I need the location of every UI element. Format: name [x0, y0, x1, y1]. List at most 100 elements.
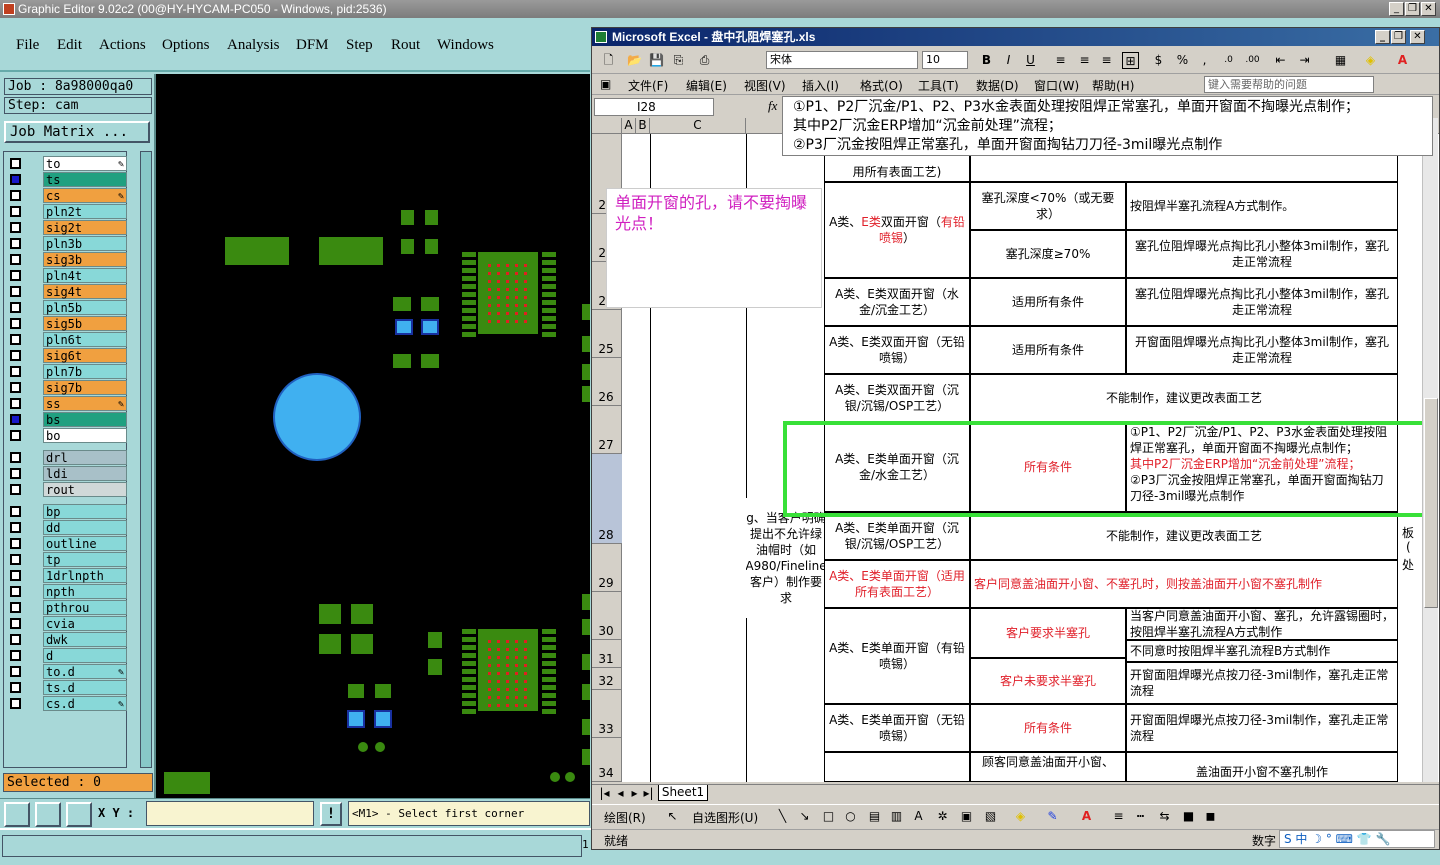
- layer-checkbox[interactable]: [10, 382, 21, 393]
- layer-row-cs[interactable]: cs: [7, 188, 127, 204]
- wordart-icon[interactable]: A: [910, 808, 927, 825]
- layer-row-dwk[interactable]: dwk: [7, 632, 127, 647]
- increase-decimal-icon[interactable]: .0: [1220, 52, 1237, 69]
- layer-name[interactable]: sig7b: [43, 380, 127, 395]
- layer-scrollbar[interactable]: [140, 151, 152, 768]
- menu-edit[interactable]: Edit: [57, 37, 82, 54]
- layer-checkbox[interactable]: [10, 484, 21, 495]
- cell-r24-method[interactable]: 塞孔位阻焊曝光点掏比孔小整体3mil制作，塞孔走正常流程: [1126, 230, 1398, 278]
- layer-row-pln2t[interactable]: pln2t: [7, 204, 127, 219]
- print-icon[interactable]: ⎙: [696, 52, 713, 69]
- comma-icon[interactable]: ,: [1196, 52, 1213, 69]
- layer-name[interactable]: pln3b: [43, 236, 127, 251]
- layer-name[interactable]: drl: [43, 450, 127, 465]
- row-header[interactable]: 31: [592, 640, 622, 668]
- layer-row-ts[interactable]: ts: [7, 172, 127, 187]
- cell-r29-method[interactable]: 不能制作，建议更改表面工艺: [970, 512, 1398, 560]
- cell-r29-type[interactable]: A类、E类单面开窗（沉银/沉锡/OSP工艺）: [824, 512, 970, 560]
- layer-checkbox[interactable]: [10, 270, 21, 281]
- layer-row-ts.d[interactable]: ts.d: [7, 680, 127, 695]
- layer-name[interactable]: sig6t: [43, 348, 127, 363]
- layer-name[interactable]: cs.d: [43, 696, 127, 712]
- cell-r34-type[interactable]: A类、E类单面开窗（无铅喷锡）: [824, 704, 970, 752]
- layer-checkbox[interactable]: [10, 238, 21, 249]
- layer-row-1drlnpth[interactable]: 1drlnpth: [7, 568, 127, 583]
- autoshapes-menu[interactable]: 自选图形(U): [692, 809, 758, 826]
- layer-name[interactable]: sig2t: [43, 220, 127, 235]
- layer-checkbox[interactable]: [10, 430, 21, 441]
- layer-row-cvia[interactable]: cvia: [7, 616, 127, 631]
- layer-row-outline[interactable]: outline: [7, 536, 127, 551]
- layer-row-to.d[interactable]: to.d: [7, 664, 127, 680]
- layer-checkbox[interactable]: [10, 206, 21, 217]
- row-header[interactable]: 29: [592, 544, 622, 592]
- snap-grid-icon[interactable]: [66, 802, 92, 827]
- cell-r25-type[interactable]: A类、E类双面开窗（水金/沉金工艺）: [824, 278, 970, 326]
- excel-menu-format[interactable]: 格式(O): [860, 77, 903, 94]
- layer-checkbox[interactable]: [10, 398, 21, 409]
- fill-color-draw-icon[interactable]: ◈: [1012, 808, 1029, 825]
- layer-checkbox[interactable]: [10, 506, 21, 517]
- cell-r31-type[interactable]: A类、E类单面开窗（有铅喷锡）: [824, 608, 970, 704]
- layer-checkbox[interactable]: [10, 452, 21, 463]
- pcb-canvas[interactable]: [156, 74, 590, 798]
- layer-name[interactable]: pln5b: [43, 300, 127, 315]
- layer-checkbox[interactable]: [10, 302, 21, 313]
- layer-checkbox[interactable]: [10, 602, 21, 613]
- menu-windows[interactable]: Windows: [437, 37, 494, 54]
- layer-row-sig6t[interactable]: sig6t: [7, 348, 127, 363]
- cell-r23-condition[interactable]: 塞孔深度<70%（或无要求）: [970, 182, 1126, 230]
- permission-icon[interactable]: ⎘: [670, 52, 687, 69]
- layer-name[interactable]: cs: [43, 188, 127, 204]
- close-button[interactable]: ✕: [1421, 2, 1436, 16]
- align-left-icon[interactable]: ≡: [1052, 52, 1069, 69]
- layer-row-sig7b[interactable]: sig7b: [7, 380, 127, 395]
- cell-r34-method[interactable]: 开窗面阻焊曝光点按刀径-3mil制作，塞孔走正常流程: [1126, 704, 1398, 752]
- tab-sheet1[interactable]: Sheet1: [658, 785, 708, 801]
- new-icon[interactable]: 🗋: [600, 52, 617, 69]
- layer-name[interactable]: sig4t: [43, 284, 127, 299]
- indent-icon[interactable]: ⇥: [1296, 52, 1313, 69]
- excel-menu-edit[interactable]: 编辑(E): [686, 77, 727, 94]
- layer-name[interactable]: outline: [43, 536, 127, 551]
- layer-checkbox[interactable]: [10, 254, 21, 265]
- maximize-button[interactable]: ❐: [1405, 2, 1420, 16]
- cell-r25-condition[interactable]: 适用所有条件: [970, 278, 1126, 326]
- open-icon[interactable]: 📂: [626, 52, 643, 69]
- layer-name[interactable]: bo: [43, 428, 127, 443]
- layer-name[interactable]: d: [43, 648, 127, 663]
- layer-name[interactable]: cvia: [43, 616, 127, 631]
- zoom-window-icon[interactable]: [4, 802, 30, 827]
- layer-row-sig5b[interactable]: sig5b: [7, 316, 127, 331]
- menu-options[interactable]: Options: [162, 37, 210, 54]
- font-color-draw-icon[interactable]: A: [1078, 808, 1095, 825]
- layer-row-sig3b[interactable]: sig3b: [7, 252, 127, 267]
- layer-row-d[interactable]: d: [7, 648, 127, 663]
- select-arrow-icon[interactable]: ↖: [664, 808, 681, 825]
- vertical-textbox-icon[interactable]: ▥: [888, 808, 905, 825]
- excel-minimize-button[interactable]: _: [1375, 30, 1390, 44]
- layer-name[interactable]: 1drlnpth: [43, 568, 127, 583]
- layer-row-pln6t[interactable]: pln6t: [7, 332, 127, 347]
- layer-name[interactable]: bs: [43, 412, 127, 427]
- cell-r35-type[interactable]: [824, 752, 970, 782]
- ime-toolbar[interactable]: S 中 ☽ ° ⌨ 👕 🔧: [1279, 830, 1435, 848]
- diagram-icon[interactable]: ✲: [934, 808, 951, 825]
- layer-name[interactable]: rout: [43, 482, 127, 497]
- layer-checkbox[interactable]: [10, 190, 21, 201]
- cell-r25-method[interactable]: 塞孔位阻焊曝光点掏比孔小整体3mil制作，塞孔走正常流程: [1126, 278, 1398, 326]
- measure-icon[interactable]: [35, 802, 61, 827]
- borders-icon[interactable]: ▦: [1332, 52, 1349, 69]
- rectangle-icon[interactable]: □: [820, 808, 837, 825]
- cell-r33-condition[interactable]: 客户未要求半塞孔: [970, 658, 1126, 704]
- row-header-selected[interactable]: 28: [592, 454, 622, 544]
- layer-name[interactable]: pthrou: [43, 600, 127, 615]
- pcb-graphic[interactable]: [156, 74, 590, 798]
- font-size-select[interactable]: 10: [922, 51, 968, 69]
- name-box[interactable]: I28: [594, 98, 714, 116]
- cell-r27-type[interactable]: A类、E类双面开窗（沉银/沉锡/OSP工艺）: [824, 374, 970, 422]
- menu-file[interactable]: File: [16, 37, 39, 54]
- minimize-button[interactable]: _: [1389, 2, 1404, 16]
- excel-close-button[interactable]: ✕: [1410, 30, 1425, 44]
- layer-checkbox[interactable]: [10, 586, 21, 597]
